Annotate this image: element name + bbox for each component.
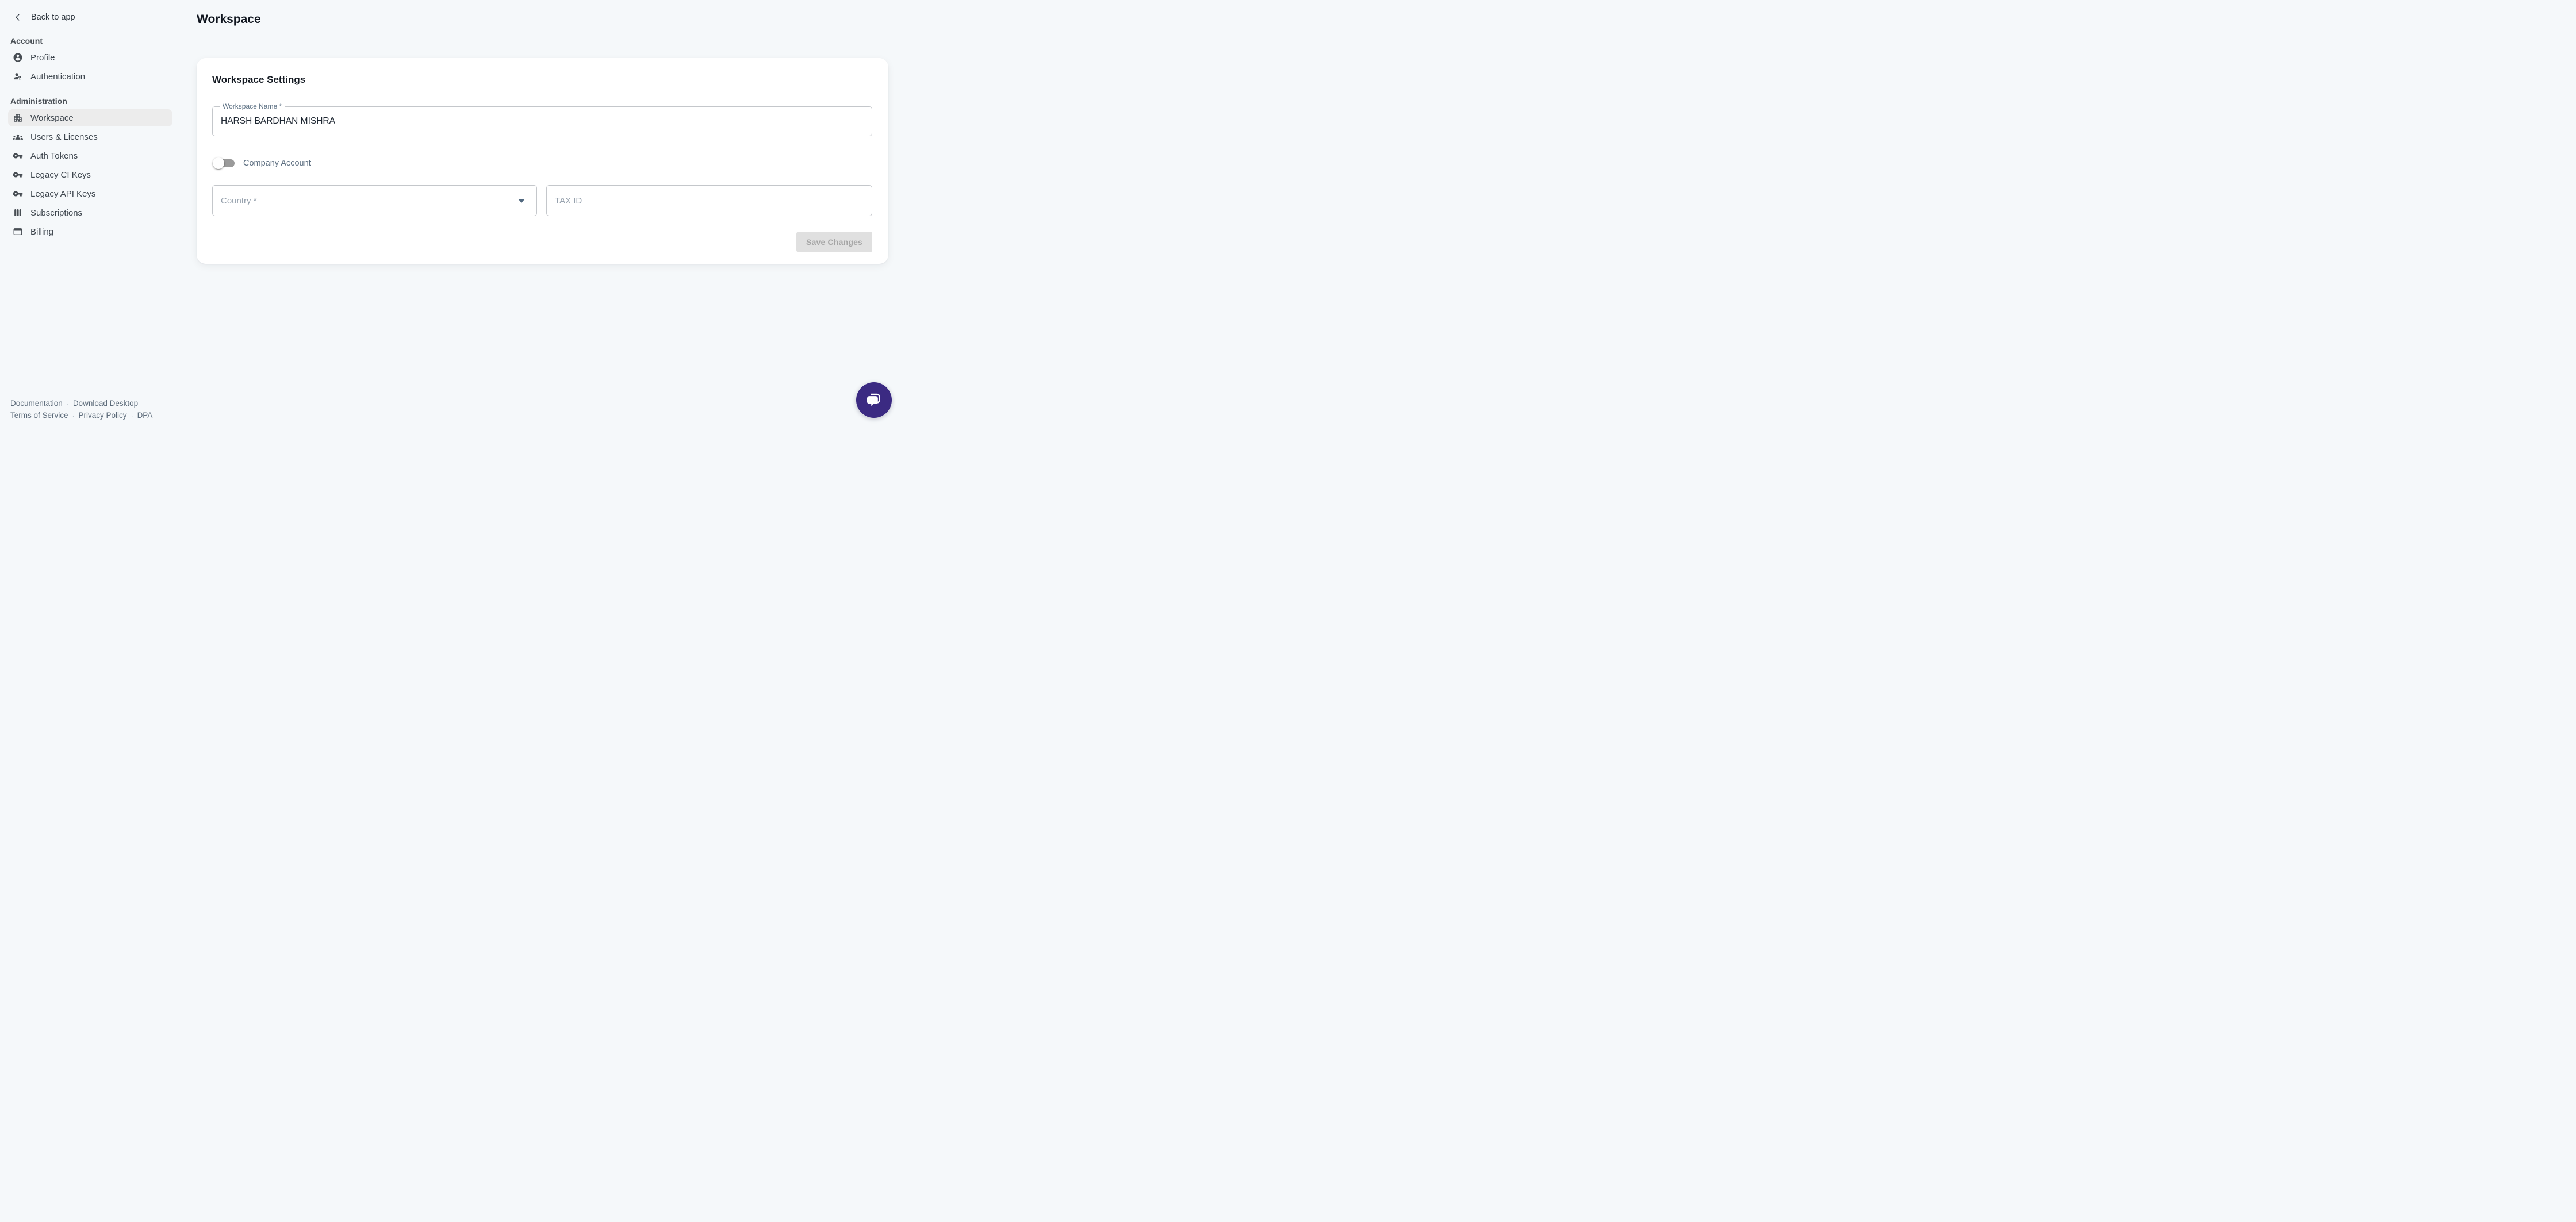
sidebar-item-label: Profile bbox=[30, 53, 55, 63]
documentation-link[interactable]: Documentation bbox=[10, 399, 63, 408]
footer-separator: · bbox=[72, 412, 75, 420]
toggle-thumb bbox=[213, 157, 224, 169]
card-title: Workspace Settings bbox=[212, 74, 305, 86]
back-to-app-button[interactable]: Back to app bbox=[8, 9, 172, 25]
sidebar-item-authentication[interactable]: Authentication bbox=[8, 68, 172, 85]
sidebar-item-label: Auth Tokens bbox=[30, 151, 78, 161]
account-nav-list: Profile Authentication bbox=[8, 49, 172, 85]
sidebar-item-legacy-api-keys[interactable]: Legacy API Keys bbox=[8, 185, 172, 202]
section-label-account: Account bbox=[10, 35, 172, 47]
company-account-label: Company Account bbox=[243, 159, 311, 168]
sidebar-footer: Documentation · Download Desktop Terms of … bbox=[10, 398, 152, 421]
key-icon bbox=[13, 151, 23, 161]
sidebar-item-users-licenses[interactable]: Users & Licenses bbox=[8, 128, 172, 145]
footer-separator: · bbox=[67, 399, 69, 408]
workspace-name-input[interactable] bbox=[213, 107, 872, 136]
tax-id-field bbox=[546, 185, 872, 216]
dropdown-arrow-icon bbox=[518, 199, 525, 203]
credit-card-icon bbox=[13, 226, 23, 237]
chat-widget-button[interactable] bbox=[856, 382, 892, 418]
sidebar-item-label: Workspace bbox=[30, 113, 74, 123]
bars-icon bbox=[13, 207, 23, 218]
dpa-link[interactable]: DPA bbox=[137, 411, 153, 420]
workspace-name-field: Workspace Name * bbox=[212, 106, 872, 136]
sidebar-item-label: Legacy API Keys bbox=[30, 189, 95, 199]
workspace-settings-page: Back to app Account Profile Authenticati… bbox=[0, 0, 902, 428]
administration-nav-list: Workspace Users & Licenses Auth Tokens L… bbox=[8, 109, 172, 240]
account-circle-icon bbox=[13, 52, 23, 63]
terms-of-service-link[interactable]: Terms of Service bbox=[10, 411, 68, 420]
chevron-left-icon bbox=[13, 12, 23, 22]
main-header: Workspace bbox=[182, 0, 902, 39]
section-label-administration: Administration bbox=[10, 95, 172, 107]
privacy-policy-link[interactable]: Privacy Policy bbox=[79, 411, 127, 420]
tax-id-input[interactable] bbox=[547, 186, 872, 216]
company-account-toggle[interactable] bbox=[213, 156, 236, 170]
sidebar-item-label: Legacy CI Keys bbox=[30, 170, 91, 180]
workspace-name-label: Workspace Name * bbox=[220, 102, 285, 110]
person-key-icon bbox=[13, 71, 23, 82]
sidebar-item-label: Authentication bbox=[30, 72, 85, 82]
sidebar-item-subscriptions[interactable]: Subscriptions bbox=[8, 204, 172, 221]
sidebar-item-billing[interactable]: Billing bbox=[8, 223, 172, 240]
page-title: Workspace bbox=[197, 13, 261, 26]
key-icon bbox=[13, 170, 23, 180]
country-select[interactable]: Country * bbox=[212, 185, 537, 216]
save-changes-button[interactable]: Save Changes bbox=[796, 232, 872, 252]
sidebar-item-legacy-ci-keys[interactable]: Legacy CI Keys bbox=[8, 166, 172, 183]
sidebar-item-auth-tokens[interactable]: Auth Tokens bbox=[8, 147, 172, 164]
sidebar-item-profile[interactable]: Profile bbox=[8, 49, 172, 66]
sidebar-item-label: Billing bbox=[30, 227, 53, 237]
sidebar: Back to app Account Profile Authenticati… bbox=[0, 0, 181, 428]
sidebar-item-label: Subscriptions bbox=[30, 208, 82, 218]
users-group-icon bbox=[13, 132, 23, 142]
download-desktop-link[interactable]: Download Desktop bbox=[73, 399, 138, 408]
back-to-app-label: Back to app bbox=[31, 13, 75, 22]
sidebar-item-workspace[interactable]: Workspace bbox=[8, 109, 172, 126]
footer-row-2: Terms of Service · Privacy Policy · DPA bbox=[10, 410, 152, 422]
footer-row-1: Documentation · Download Desktop bbox=[10, 398, 152, 410]
key-icon bbox=[13, 189, 23, 199]
main-area: Workspace Workspace Settings Workspace N… bbox=[182, 0, 902, 428]
sidebar-item-label: Users & Licenses bbox=[30, 132, 98, 142]
workspace-settings-card: Workspace Settings Workspace Name * Comp… bbox=[197, 58, 888, 264]
country-placeholder: Country * bbox=[221, 186, 257, 216]
building-icon bbox=[13, 113, 23, 123]
footer-separator: · bbox=[131, 412, 133, 420]
company-account-row: Company Account bbox=[213, 156, 311, 170]
chat-bubbles-icon bbox=[865, 391, 883, 409]
